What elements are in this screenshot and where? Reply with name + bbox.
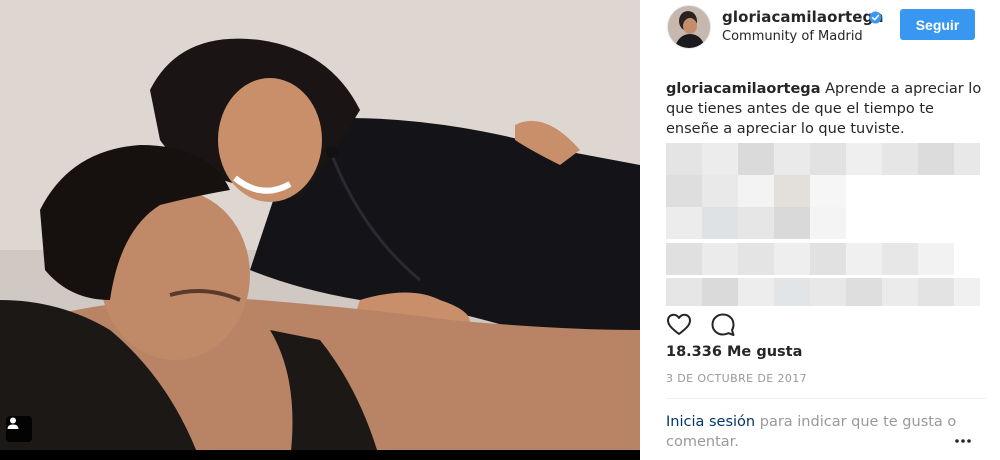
likes-count[interactable]: 18.336 Me gusta bbox=[666, 344, 802, 360]
photo-illustration bbox=[0, 0, 640, 460]
more-options-icon[interactable] bbox=[953, 430, 973, 443]
login-link[interactable]: Inicia sesión bbox=[666, 414, 755, 430]
header-username[interactable]: gloriacamilaortega bbox=[722, 8, 884, 26]
follow-button[interactable]: Seguir bbox=[900, 9, 975, 40]
divider bbox=[666, 398, 986, 399]
location-link[interactable]: Community of Madrid bbox=[722, 29, 863, 44]
post-photo[interactable] bbox=[0, 0, 640, 460]
login-prompt: Inicia sesión para indicar que te gusta … bbox=[666, 412, 966, 452]
user-tag-icon[interactable] bbox=[6, 416, 32, 442]
verified-badge-icon bbox=[869, 9, 882, 24]
caption-username[interactable]: gloriacamilaortega bbox=[666, 81, 820, 97]
photo-bottom-bar bbox=[0, 450, 640, 460]
post-side-panel: gloriacamilaortega Community of Madrid S… bbox=[640, 0, 1000, 460]
pixelated-comments bbox=[666, 143, 980, 308]
avatar[interactable] bbox=[667, 5, 711, 49]
post-date[interactable]: 3 DE OCTUBRE DE 2017 bbox=[666, 372, 807, 385]
post-caption: gloriacamilaortega Aprende a apreciar lo… bbox=[666, 79, 986, 139]
post-actions bbox=[666, 312, 746, 338]
comment-icon[interactable] bbox=[710, 312, 736, 338]
heart-icon[interactable] bbox=[666, 312, 692, 338]
post-header: gloriacamilaortega Community of Madrid S… bbox=[640, 0, 1000, 64]
